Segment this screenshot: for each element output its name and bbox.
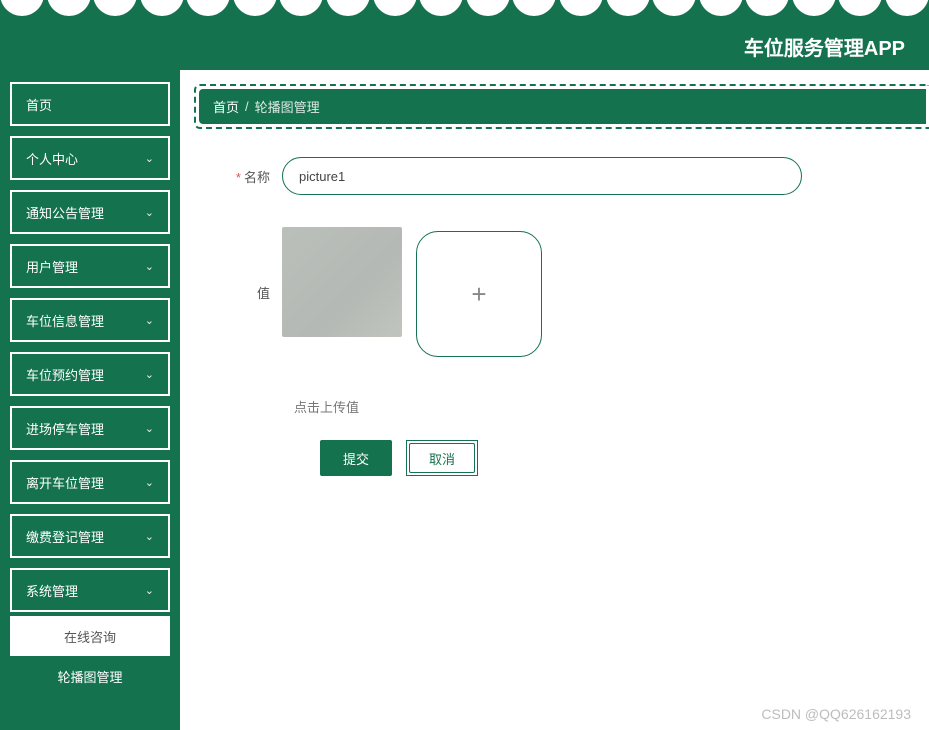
- sidebar-sub-carousel[interactable]: 轮播图管理: [10, 656, 170, 696]
- chevron-down-icon: ⌄: [145, 422, 154, 435]
- chevron-down-icon: ⌄: [145, 584, 154, 597]
- upload-add-button[interactable]: +: [416, 231, 542, 357]
- app-header: 车位服务管理APP: [0, 0, 929, 70]
- sidebar-item-notice[interactable]: 通知公告管理 ⌄: [10, 190, 170, 234]
- sidebar-item-payment[interactable]: 缴费登记管理 ⌄: [10, 514, 170, 558]
- sidebar-sub-label: 轮播图管理: [57, 667, 122, 686]
- sidebar-item-reservation[interactable]: 车位预约管理 ⌄: [10, 352, 170, 396]
- sidebar-item-label: 用户管理: [26, 257, 78, 276]
- main-content: 首页 / 轮播图管理 *名称 值 + 点击上传值 提: [180, 70, 929, 730]
- sidebar-item-label: 系统管理: [26, 581, 78, 600]
- sidebar-item-home[interactable]: 首页: [10, 82, 170, 126]
- chevron-down-icon: ⌄: [145, 206, 154, 219]
- breadcrumb-separator: /: [245, 99, 249, 114]
- sidebar-item-leave[interactable]: 离开车位管理 ⌄: [10, 460, 170, 504]
- sidebar-item-label: 离开车位管理: [26, 473, 104, 492]
- watermark-text: CSDN @QQ626162193: [761, 706, 911, 722]
- value-label: 值: [222, 223, 282, 302]
- chevron-down-icon: ⌄: [145, 368, 154, 381]
- upload-hint: 点击上传值: [222, 397, 909, 416]
- sidebar-item-users[interactable]: 用户管理 ⌄: [10, 244, 170, 288]
- sidebar-item-label: 首页: [26, 95, 52, 114]
- sidebar-item-label: 个人中心: [26, 149, 78, 168]
- uploaded-image-thumbnail[interactable]: [282, 227, 402, 337]
- plus-icon: +: [471, 281, 486, 307]
- sidebar-item-label: 缴费登记管理: [26, 527, 104, 546]
- app-title: 车位服务管理APP: [744, 32, 905, 61]
- chevron-down-icon: ⌄: [145, 152, 154, 165]
- sidebar-item-label: 车位预约管理: [26, 365, 104, 384]
- sidebar-sub-online-consult[interactable]: 在线咨询: [10, 616, 170, 656]
- chevron-down-icon: ⌄: [145, 530, 154, 543]
- header-scallop-decoration: [0, 0, 929, 16]
- chevron-down-icon: ⌄: [145, 314, 154, 327]
- sidebar-item-system[interactable]: 系统管理 ⌄: [10, 568, 170, 612]
- breadcrumb: 首页 / 轮播图管理: [194, 84, 929, 129]
- sidebar-sub-label: 在线咨询: [64, 627, 116, 646]
- name-label: *名称: [222, 157, 282, 186]
- chevron-down-icon: ⌄: [145, 476, 154, 489]
- sidebar-item-label: 进场停车管理: [26, 419, 104, 438]
- sidebar-item-entry[interactable]: 进场停车管理 ⌄: [10, 406, 170, 450]
- form-area: *名称 值 + 点击上传值 提交 取消: [194, 129, 929, 476]
- submit-button[interactable]: 提交: [320, 440, 392, 476]
- sidebar-nav: 首页 个人中心 ⌄ 通知公告管理 ⌄ 用户管理 ⌄ 车位信息管理 ⌄ 车位预约管理 ⌄ 进…: [0, 70, 180, 730]
- breadcrumb-current: 轮播图管理: [255, 97, 320, 116]
- cancel-button-wrap: 取消: [406, 440, 478, 476]
- cancel-button[interactable]: 取消: [409, 443, 475, 473]
- breadcrumb-home-link[interactable]: 首页: [213, 97, 239, 116]
- sidebar-item-parking-info[interactable]: 车位信息管理 ⌄: [10, 298, 170, 342]
- sidebar-item-profile[interactable]: 个人中心 ⌄: [10, 136, 170, 180]
- name-input[interactable]: [282, 157, 802, 195]
- sidebar-item-label: 车位信息管理: [26, 311, 104, 330]
- sidebar-item-label: 通知公告管理: [26, 203, 104, 222]
- chevron-down-icon: ⌄: [145, 260, 154, 273]
